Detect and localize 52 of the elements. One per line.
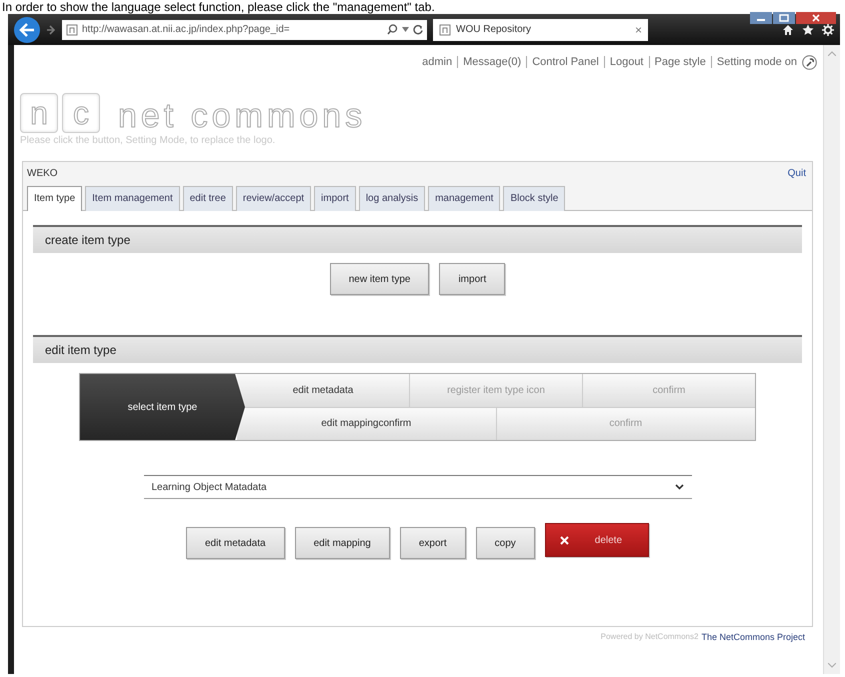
- wrench-icon[interactable]: [802, 54, 817, 70]
- caption-text: In order to show the language select function, please click the "management" tab.: [1, 0, 436, 14]
- tab[interactable]: import: [314, 186, 356, 211]
- tab[interactable]: review/accept: [236, 186, 312, 211]
- back-button[interactable]: [14, 16, 40, 42]
- action-button[interactable]: new item type: [330, 263, 430, 295]
- action-button[interactable]: edit metadata: [186, 527, 285, 559]
- header-link[interactable]: admin: [417, 56, 458, 68]
- home-icon[interactable]: [782, 24, 794, 36]
- delete-button[interactable]: delete: [544, 523, 650, 557]
- action-button[interactable]: export: [400, 527, 466, 559]
- tab[interactable]: management: [428, 186, 500, 211]
- logo-text: net commons: [118, 99, 366, 133]
- tab[interactable]: edit tree: [182, 186, 233, 211]
- current-step: select item type: [80, 374, 245, 440]
- tab[interactable]: Block style: [503, 186, 566, 211]
- page-icon: [439, 24, 451, 36]
- back-arrow-icon: [19, 22, 35, 36]
- chevron-down-icon: [674, 484, 684, 490]
- section-header: create item type: [33, 225, 802, 253]
- browser-tab[interactable]: WOU Repository ×: [433, 18, 648, 40]
- header-link[interactable]: Control Panel: [526, 56, 604, 68]
- wizard-step: confirm: [496, 408, 755, 440]
- item-type-dropdown[interactable]: Learning Object Matadata: [144, 475, 692, 499]
- header-link[interactable]: Message(0): [457, 56, 526, 68]
- address-field[interactable]: http://wawasan.at.nii.ac.jp/index.php?page_id=: [62, 20, 427, 40]
- close-button[interactable]: [796, 12, 836, 24]
- tab[interactable]: Item management: [85, 186, 180, 211]
- logo-letter: c: [62, 93, 100, 133]
- caret-icon[interactable]: [402, 27, 409, 32]
- header-link[interactable]: Logout: [604, 56, 648, 68]
- action-button[interactable]: copy: [476, 527, 535, 559]
- page-icon: [66, 24, 78, 36]
- section-header: edit item type: [33, 335, 802, 363]
- minimize-button[interactable]: [750, 12, 772, 24]
- header-link[interactable]: Page style: [648, 56, 711, 68]
- settings-icon[interactable]: [822, 24, 834, 36]
- close-icon: [560, 536, 569, 544]
- action-button[interactable]: import: [439, 263, 506, 295]
- search-icon[interactable]: [387, 24, 398, 35]
- forward-icon[interactable]: [46, 24, 56, 34]
- powered-by-text: Powered by NetCommons2: [600, 632, 698, 642]
- tab[interactable]: log analysis: [358, 186, 426, 211]
- project-link[interactable]: The NetCommons Project: [701, 632, 805, 642]
- star-icon[interactable]: [802, 24, 814, 36]
- logo-letter: n: [20, 93, 58, 133]
- module-title: WEKO: [27, 168, 58, 181]
- action-button[interactable]: edit mapping: [294, 527, 390, 559]
- quit-link[interactable]: Quit: [788, 168, 806, 182]
- tab[interactable]: Item type: [27, 186, 82, 211]
- refresh-icon[interactable]: [413, 24, 423, 35]
- tab-close-button[interactable]: ×: [634, 22, 642, 36]
